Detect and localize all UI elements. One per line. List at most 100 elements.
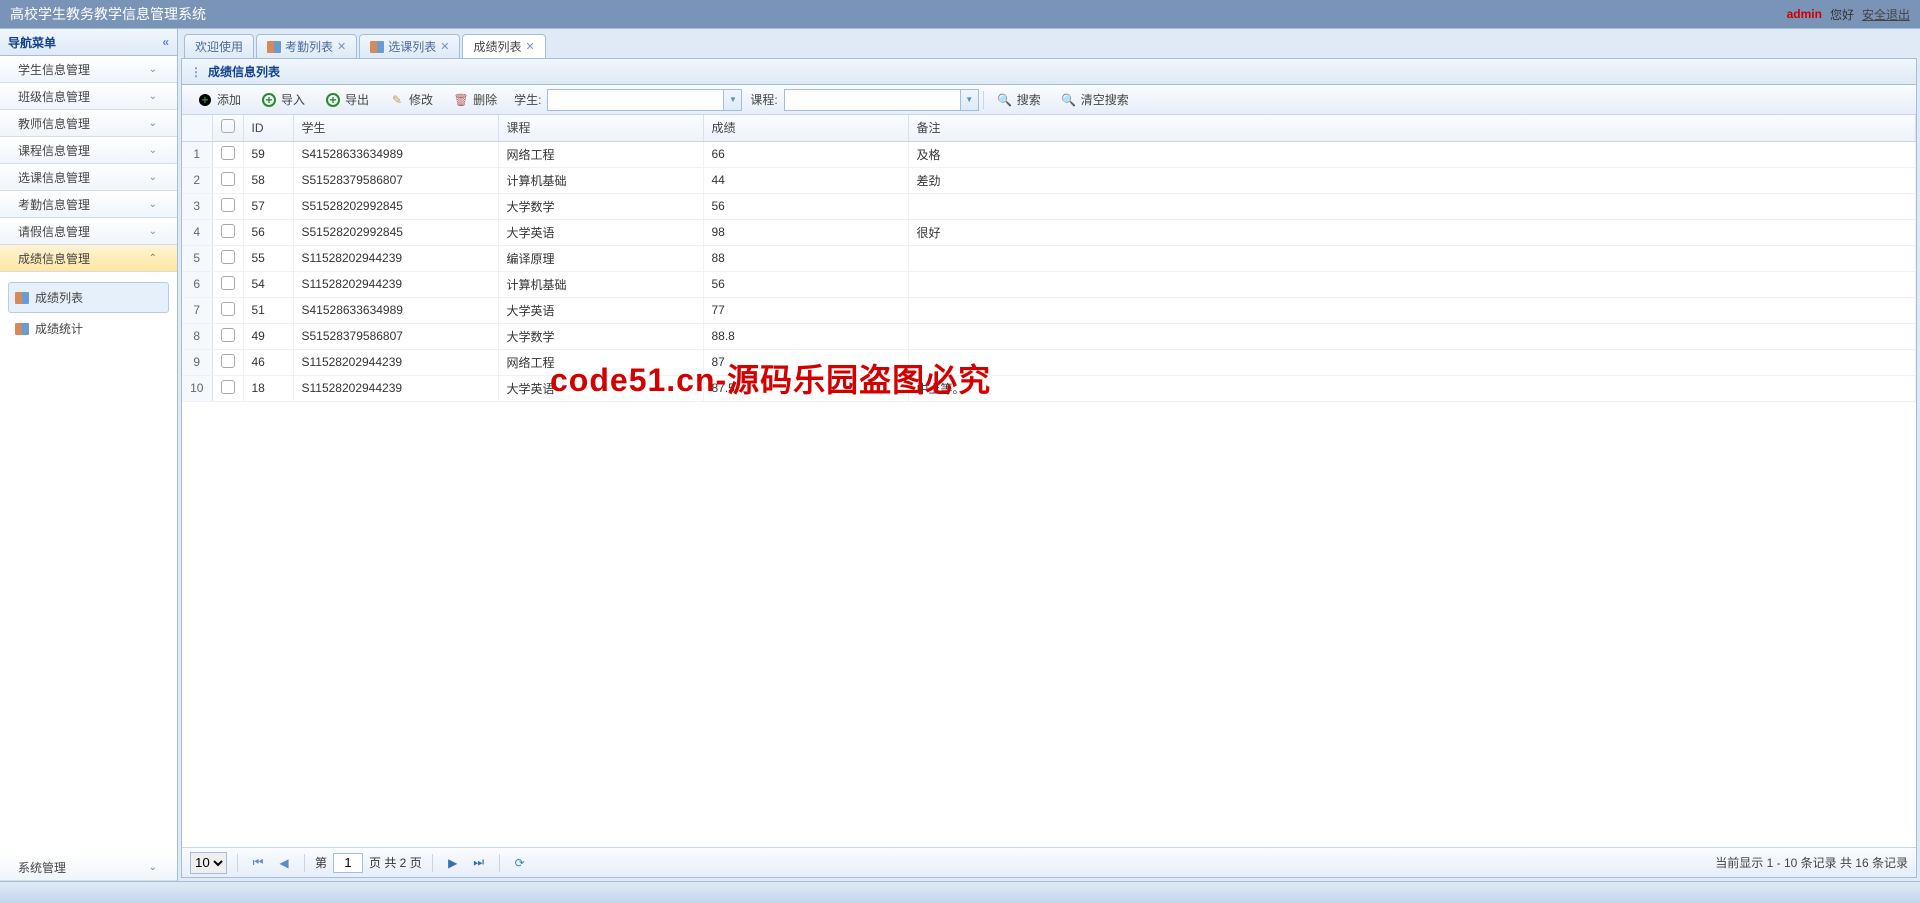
cell-remark bbox=[908, 193, 1916, 219]
sidebar-item-label: 课程信息管理 bbox=[18, 142, 90, 159]
cell-student: S41528633634989 bbox=[293, 141, 498, 167]
row-checkbox[interactable] bbox=[221, 380, 235, 394]
table-row[interactable]: 3 57 S51528202992845 大学数学 56 bbox=[182, 193, 1916, 219]
cell-score: 56 bbox=[703, 271, 908, 297]
row-number: 2 bbox=[182, 167, 212, 193]
table-row[interactable]: 6 54 S11528202944239 计算机基础 56 bbox=[182, 271, 1916, 297]
cell-course: 计算机基础 bbox=[498, 167, 703, 193]
table-row[interactable]: 5 55 S11528202944239 编译原理 88 bbox=[182, 245, 1916, 271]
clear-search-button[interactable]: 🔍 清空搜索 bbox=[1052, 87, 1138, 112]
export-icon: + bbox=[325, 92, 341, 108]
cell-remark bbox=[908, 323, 1916, 349]
table-row[interactable]: 1 59 S41528633634989 网络工程 66 及格 bbox=[182, 141, 1916, 167]
chevron-down-icon: ⌄ bbox=[149, 862, 157, 873]
row-number: 7 bbox=[182, 297, 212, 323]
prev-page-button[interactable]: ◀ bbox=[274, 853, 294, 873]
first-page-button[interactable]: ⏮ bbox=[248, 853, 268, 873]
nav-sub-item-1[interactable]: 成绩统计 bbox=[8, 313, 169, 344]
logout-link[interactable]: 安全退出 bbox=[1862, 6, 1910, 23]
chevron-up-icon: ⌃ bbox=[149, 253, 157, 264]
row-checkbox[interactable] bbox=[221, 276, 235, 290]
next-page-button[interactable]: ▶ bbox=[443, 853, 463, 873]
content-panel: ⋮ 成绩信息列表 + 添加 + 导入 + 导出 ✎ 修 bbox=[181, 58, 1917, 878]
table-row[interactable]: 2 58 S51528379586807 计算机基础 44 差劲 bbox=[182, 167, 1916, 193]
nav-sub-item-0[interactable]: 成绩列表 bbox=[8, 282, 169, 313]
table-row[interactable]: 10 18 S11528202944239 大学英语 87.5 中上等。 bbox=[182, 375, 1916, 401]
row-checkbox[interactable] bbox=[221, 354, 235, 368]
sidebar-item-label: 考勤信息管理 bbox=[18, 196, 90, 213]
sidebar-item-1[interactable]: 班级信息管理⌄ bbox=[0, 83, 177, 110]
row-checkbox[interactable] bbox=[221, 198, 235, 212]
tab-label: 选课列表 bbox=[388, 38, 436, 55]
student-filter-label: 学生: bbox=[514, 91, 541, 108]
add-button[interactable]: + 添加 bbox=[188, 87, 250, 112]
app-header: 高校学生教务教学信息管理系统 admin 您好 安全退出 bbox=[0, 0, 1920, 28]
row-number: 3 bbox=[182, 193, 212, 219]
chevron-down-icon: ⌄ bbox=[149, 64, 157, 75]
col-header-0[interactable] bbox=[182, 115, 212, 141]
cell-score: 98 bbox=[703, 219, 908, 245]
chevron-down-icon[interactable]: ▼ bbox=[960, 90, 978, 110]
last-page-button[interactable]: ⏭ bbox=[469, 853, 489, 873]
current-user: admin bbox=[1787, 7, 1822, 21]
row-checkbox[interactable] bbox=[221, 224, 235, 238]
tab-0[interactable]: 欢迎使用 bbox=[184, 34, 254, 58]
collapse-icon[interactable]: « bbox=[162, 35, 169, 49]
sidebar-item-0[interactable]: 学生信息管理⌄ bbox=[0, 56, 177, 83]
chevron-down-icon: ⌄ bbox=[149, 145, 157, 156]
cell-student: S51528202992845 bbox=[293, 193, 498, 219]
row-checkbox[interactable] bbox=[221, 172, 235, 186]
row-checkbox[interactable] bbox=[221, 302, 235, 316]
student-combo[interactable]: ▼ bbox=[547, 89, 742, 111]
search-button[interactable]: 🔍 搜索 bbox=[988, 87, 1050, 112]
nav-header: 导航菜单 « bbox=[0, 29, 177, 56]
close-icon[interactable]: ✕ bbox=[440, 40, 449, 53]
edit-button[interactable]: ✎ 修改 bbox=[380, 87, 442, 112]
import-button[interactable]: + 导入 bbox=[252, 87, 314, 112]
table-row[interactable]: 7 51 S41528633634989 大学英语 77 bbox=[182, 297, 1916, 323]
cell-course: 网络工程 bbox=[498, 349, 703, 375]
svg-text:+: + bbox=[266, 93, 273, 107]
select-all-checkbox[interactable] bbox=[221, 119, 235, 133]
course-combo[interactable]: ▼ bbox=[784, 89, 979, 111]
cell-score: 77 bbox=[703, 297, 908, 323]
col-header-1[interactable] bbox=[212, 115, 243, 141]
page-size-select[interactable]: 10 bbox=[190, 852, 227, 874]
panel-title: 成绩信息列表 bbox=[208, 63, 280, 80]
sidebar-item-5[interactable]: 考勤信息管理 ⌄ bbox=[0, 191, 177, 218]
table-row[interactable]: 4 56 S51528202992845 大学英语 98 很好 bbox=[182, 219, 1916, 245]
tab-1[interactable]: 考勤列表✕ bbox=[256, 34, 357, 58]
row-checkbox[interactable] bbox=[221, 250, 235, 264]
col-header-6[interactable]: 备注 bbox=[908, 115, 1916, 141]
close-icon[interactable]: ✕ bbox=[526, 40, 535, 53]
row-checkbox[interactable] bbox=[221, 328, 235, 342]
col-header-5[interactable]: 成绩 bbox=[703, 115, 908, 141]
chevron-down-icon[interactable]: ▼ bbox=[723, 90, 741, 110]
delete-button[interactable]: 🗑 删除 bbox=[444, 87, 506, 112]
drag-handle-icon: ⋮ bbox=[190, 65, 202, 79]
col-header-2[interactable]: ID bbox=[243, 115, 293, 141]
cell-student: S11528202944239 bbox=[293, 245, 498, 271]
export-button[interactable]: + 导出 bbox=[316, 87, 378, 112]
page-input[interactable] bbox=[333, 853, 363, 873]
tab-2[interactable]: 选课列表 ✕ bbox=[359, 34, 460, 58]
sidebar-item-6[interactable]: 请假信息管理⌄ bbox=[0, 218, 177, 245]
sidebar-item-system[interactable]: 系统管理 ⌄ bbox=[0, 854, 177, 881]
row-number: 8 bbox=[182, 323, 212, 349]
tab-3[interactable]: 成绩列表✕ bbox=[462, 34, 545, 58]
refresh-button[interactable]: ⟳ bbox=[510, 853, 530, 873]
cell-id: 18 bbox=[243, 375, 293, 401]
sidebar-item-7[interactable]: 成绩信息管理⌃ bbox=[0, 245, 177, 272]
sidebar-item-2[interactable]: 教师信息管理⌄ bbox=[0, 110, 177, 137]
cell-course: 大学英语 bbox=[498, 297, 703, 323]
chevron-down-icon: ⌄ bbox=[149, 199, 157, 210]
sidebar-item-3[interactable]: 课程信息管理 ⌄ bbox=[0, 137, 177, 164]
col-header-3[interactable]: 学生 bbox=[293, 115, 498, 141]
row-checkbox[interactable] bbox=[221, 146, 235, 160]
cell-score: 44 bbox=[703, 167, 908, 193]
col-header-4[interactable]: 课程 bbox=[498, 115, 703, 141]
table-row[interactable]: 9 46 S11528202944239 网络工程 87 bbox=[182, 349, 1916, 375]
sidebar-item-4[interactable]: 选课信息管理⌄ bbox=[0, 164, 177, 191]
table-row[interactable]: 8 49 S51528379586807 大学数学 88.8 bbox=[182, 323, 1916, 349]
close-icon[interactable]: ✕ bbox=[337, 40, 346, 53]
